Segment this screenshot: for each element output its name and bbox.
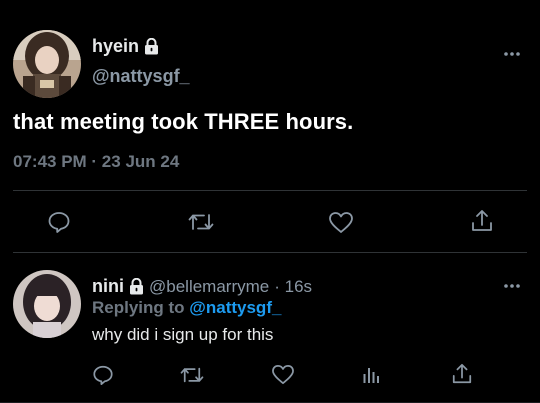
reply-time[interactable]: · 16s xyxy=(274,277,312,297)
reply-handle[interactable]: @bellemarryme xyxy=(149,277,269,297)
avatar-hyein[interactable] xyxy=(13,30,81,98)
share-icon[interactable] xyxy=(451,362,473,386)
more-options-icon[interactable] xyxy=(502,278,522,288)
lock-icon xyxy=(144,37,159,55)
more-options-icon[interactable] xyxy=(502,46,522,56)
replying-to-label: Replying to xyxy=(92,298,190,317)
reply-icon[interactable] xyxy=(47,210,71,234)
replying-to-handle[interactable]: @nattysgf_ xyxy=(189,298,281,317)
replying-to: Replying to @nattysgf_ xyxy=(92,298,281,318)
avatar-nini[interactable] xyxy=(13,270,81,338)
share-icon[interactable] xyxy=(470,208,494,234)
like-icon[interactable] xyxy=(328,211,354,234)
like-icon[interactable] xyxy=(271,364,295,385)
analytics-icon[interactable] xyxy=(362,366,380,384)
display-name[interactable]: hyein xyxy=(92,36,159,57)
lock-icon xyxy=(129,277,144,295)
reply-icon[interactable] xyxy=(92,364,114,386)
reply-text: why did i sign up for this xyxy=(92,325,274,344)
divider xyxy=(13,190,527,191)
divider xyxy=(13,252,527,253)
display-name-text[interactable]: hyein xyxy=(92,36,139,57)
tweet-timestamp[interactable]: 07:43 PM · 23 Jun 24 xyxy=(13,152,179,172)
reply-header: nini @bellemarryme · 16s xyxy=(92,276,312,297)
retweet-icon[interactable] xyxy=(180,365,204,385)
reply-display-name[interactable]: nini xyxy=(92,276,124,297)
user-handle[interactable]: @nattysgf_ xyxy=(92,66,190,87)
retweet-icon[interactable] xyxy=(188,211,214,233)
tweet-text: that meeting took THREE hours. xyxy=(13,109,354,134)
